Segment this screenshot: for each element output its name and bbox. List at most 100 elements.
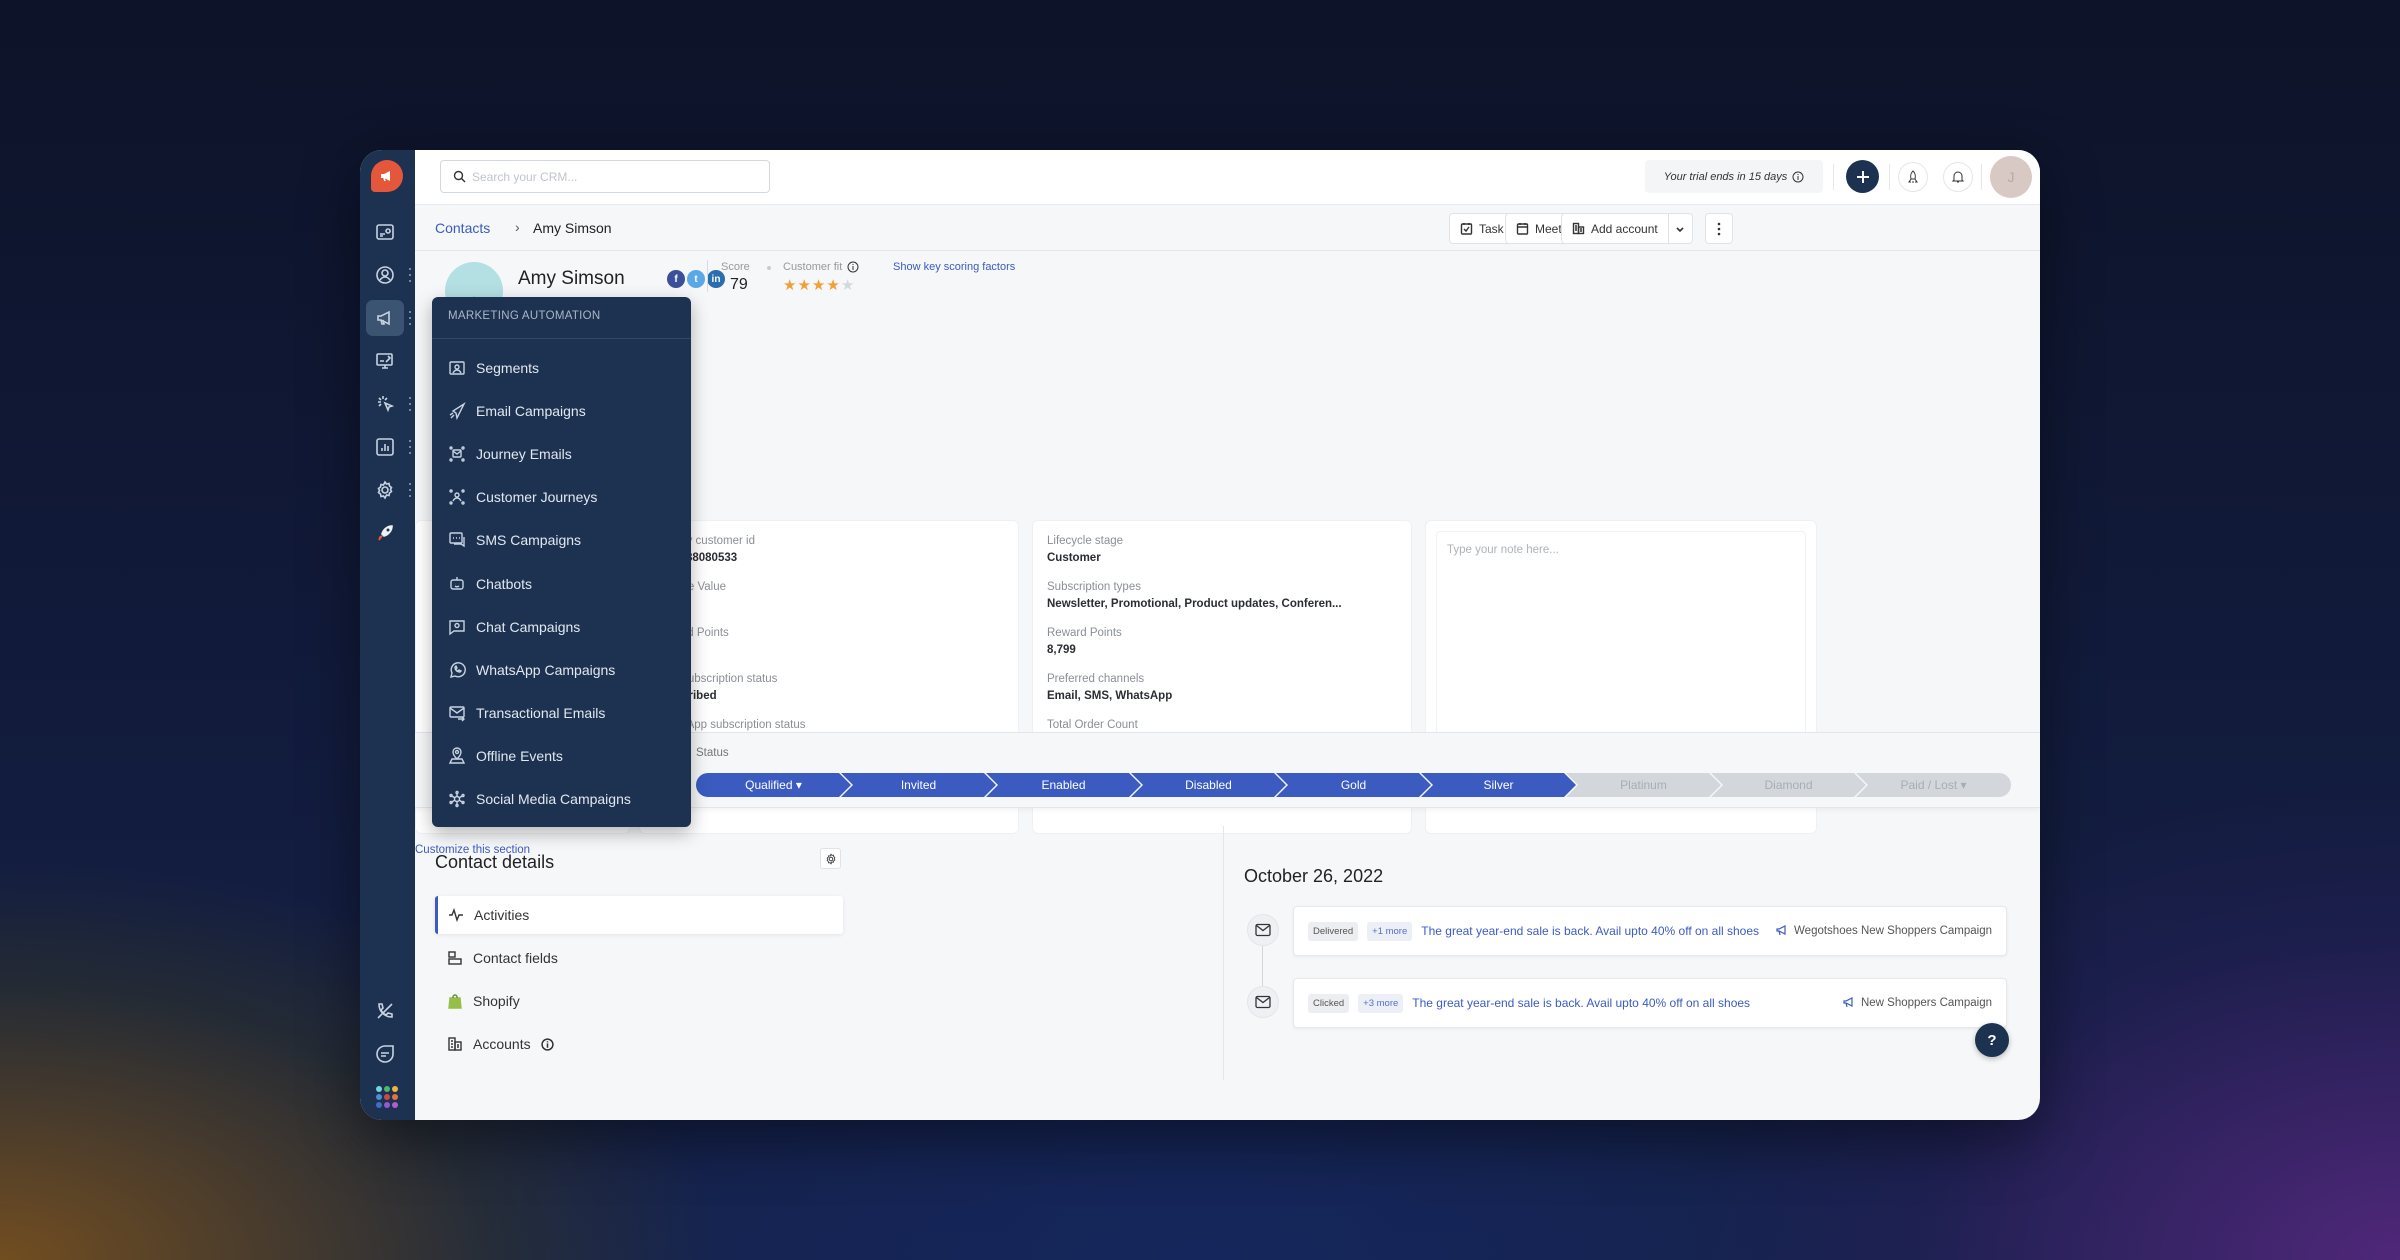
note-input[interactable] <box>1436 531 1806 766</box>
status-stage[interactable]: Silver <box>1421 773 1576 797</box>
menu-item-label: Chatbots <box>476 575 533 592</box>
contact-details-tab-shopify[interactable]: Shopify <box>435 982 843 1020</box>
contact-details-settings-button[interactable] <box>820 848 841 869</box>
help-button[interactable]: ? <box>1975 1023 2009 1057</box>
event-subject-link[interactable]: The great year-end sale is back. Avail u… <box>1412 996 1750 1010</box>
timeline-email-icon <box>1247 914 1279 946</box>
tab-label: Activities <box>474 907 530 923</box>
status-stage[interactable]: Gold <box>1276 773 1431 797</box>
rail-settings[interactable] <box>366 472 404 508</box>
status-stage[interactable]: Qualified ▾ <box>696 773 851 797</box>
rail-chat[interactable] <box>366 1036 404 1072</box>
gear-icon <box>377 480 393 500</box>
menu-item-label: Chat Campaigns <box>476 618 581 635</box>
trial-banner[interactable]: Your trial ends in 15 days <box>1645 160 1823 193</box>
menu-item-customer-journeys[interactable]: Customer Journeys <box>432 476 691 519</box>
rail-reports[interactable] <box>366 429 404 465</box>
field-value: Email, SMS, WhatsApp <box>1047 690 1173 702</box>
add-account-label: Add account <box>1591 221 1658 236</box>
contact-details-tab-accounts[interactable]: Accounts <box>435 1025 843 1063</box>
contact-name: Amy Simson <box>518 268 625 289</box>
menu-item-chat-campaigns[interactable]: Chat Campaigns <box>432 605 691 648</box>
status-stage[interactable]: Disabled <box>1131 773 1286 797</box>
menu-item-transactional-emails[interactable]: Transactional Emails <box>432 692 691 735</box>
info-icon[interactable] <box>540 1037 554 1051</box>
status-stage[interactable]: Enabled <box>986 773 1141 797</box>
search-input[interactable] <box>472 169 762 184</box>
rail-reports-more[interactable] <box>408 440 412 454</box>
monitor-edit-icon <box>376 353 393 369</box>
star-filled-icon: ★ <box>797 277 812 294</box>
menu-item-offline-events[interactable]: Offline Events <box>432 735 691 778</box>
event-campaign[interactable]: New Shoppers Campaign <box>1843 997 1992 1009</box>
field-label-text: Total Order Count <box>1047 719 1138 731</box>
add-account-dropdown[interactable] <box>1668 213 1693 244</box>
megaphone-icon <box>1843 997 1853 1008</box>
status-stage[interactable]: Paid / Lost ▾ <box>1856 773 2011 797</box>
star-empty-icon: ★ <box>840 277 856 294</box>
bell-icon <box>1951 171 1965 183</box>
rail-marketing-more[interactable] <box>408 311 412 325</box>
contact-details-tab-contact-fields[interactable]: Contact fields <box>435 939 843 977</box>
event-more-badge[interactable]: +3 more <box>1358 993 1404 1013</box>
info-icon[interactable] <box>847 261 859 273</box>
field-subscription-types: Subscription types Newsletter, Promotiona… <box>1047 581 1342 610</box>
status-stage[interactable]: Platinum <box>1566 773 1721 797</box>
timeline-event[interactable]: Clicked +3 more The great year-end sale … <box>1293 978 2007 1028</box>
rail-settings-more[interactable] <box>408 483 412 497</box>
rail-automation[interactable] <box>366 386 404 422</box>
event-campaign-name: New Shoppers Campaign <box>1860 997 1992 1009</box>
chat-bubble-icon <box>376 1045 394 1063</box>
brand-logo[interactable] <box>371 160 403 192</box>
status-stage[interactable]: Diamond <box>1711 773 1866 797</box>
menu-item-chatbots[interactable]: Chatbots <box>432 562 691 605</box>
menu-item-label: SMS Campaigns <box>476 532 582 549</box>
menu-item-journey-emails[interactable]: Journey Emails <box>432 432 691 475</box>
menu-item-whatsapp-campaigns[interactable]: WhatsApp Campaigns <box>432 648 691 691</box>
rail-onboarding[interactable] <box>366 515 404 551</box>
user-avatar[interactable]: J <box>1990 156 2032 198</box>
rail-phone[interactable] <box>366 993 404 1029</box>
menu-item-email-campaigns[interactable]: Email Campaigns <box>432 389 691 432</box>
event-status-badge: Clicked <box>1308 993 1350 1013</box>
field-label-text: Subscription types <box>1047 581 1141 593</box>
twitter-icon[interactable]: t <box>687 270 705 288</box>
plus-icon <box>1856 170 1869 183</box>
notifications-button[interactable] <box>1943 162 1973 192</box>
event-campaign-name: Wegotshoes New Shoppers Campaign <box>1794 925 1992 937</box>
customer-fit-stars: ★★★★★ <box>783 276 855 294</box>
phone-off-icon <box>377 1003 393 1019</box>
rail-marketing[interactable] <box>366 300 404 336</box>
search-box[interactable] <box>440 160 770 193</box>
status-stage[interactable]: Invited <box>841 773 996 797</box>
more-options-button[interactable] <box>1705 213 1733 244</box>
rail-dashboard[interactable] <box>366 214 404 250</box>
add-account-button[interactable]: Add account <box>1561 213 1669 244</box>
event-campaign[interactable]: Wegotshoes New Shoppers Campaign <box>1776 925 1992 937</box>
apps-grid-icon[interactable] <box>376 1086 398 1108</box>
menu-item-social-media-campaigns[interactable]: Social Media Campaigns <box>432 778 691 821</box>
menu-item-sms-campaigns[interactable]: SMS Campaigns <box>432 519 691 562</box>
facebook-icon[interactable]: f <box>667 270 685 288</box>
menu-title: MARKETING AUTOMATION <box>432 297 691 339</box>
show-key-scoring-factors-link[interactable]: Show key scoring factors <box>893 261 1015 273</box>
timeline-event[interactable]: Delivered +1 more The great year-end sal… <box>1293 906 2007 956</box>
rocket-outline-icon <box>1908 170 1918 183</box>
field-preferred-channels: Preferred channels Email, SMS, WhatsApp <box>1047 673 1172 702</box>
timeline-date: October 26, 2022 <box>1244 866 1384 886</box>
status-label: Status <box>696 747 729 759</box>
event-more-badge[interactable]: +1 more <box>1367 921 1413 941</box>
rail-contacts-more[interactable] <box>408 268 412 282</box>
field-label-text: Reward Points <box>1047 627 1122 639</box>
divider <box>707 260 708 292</box>
contact-details-tab-activities[interactable]: Activities <box>435 896 843 934</box>
menu-item-segments[interactable]: Segments <box>432 346 691 389</box>
rail-automation-more[interactable] <box>408 397 412 411</box>
event-subject-link[interactable]: The great year-end sale is back. Avail u… <box>1421 924 1759 938</box>
envelope-icon <box>1255 995 1271 1009</box>
quick-add-button[interactable] <box>1846 160 1879 193</box>
rail-contacts[interactable] <box>366 257 404 293</box>
rail-conversations[interactable] <box>366 343 404 379</box>
whats-new-button[interactable] <box>1898 162 1928 192</box>
breadcrumb-contacts-link[interactable]: Contacts <box>435 220 490 236</box>
